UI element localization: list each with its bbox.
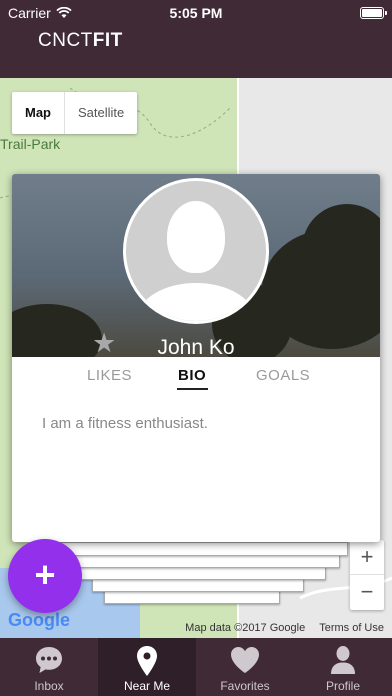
- map-park-label: Trail-Park: [0, 136, 61, 152]
- tabbar-item-inbox[interactable]: Inbox: [0, 638, 98, 696]
- zoom-out-button[interactable]: −: [350, 575, 384, 610]
- app-title-bold: FIT: [92, 30, 123, 51]
- tabbar-item-near-me[interactable]: Near Me: [98, 638, 196, 696]
- add-button[interactable]: +: [8, 539, 82, 613]
- map-type-toggle[interactable]: Map Satellite: [12, 92, 138, 134]
- map-type-map-button[interactable]: Map: [12, 92, 65, 134]
- top-header: Carrier 5:05 PM CNCTFIT: [0, 0, 392, 78]
- profile-avatar[interactable]: [123, 178, 269, 324]
- status-time: 5:05 PM: [169, 5, 223, 21]
- tabbar-label-inbox: Inbox: [34, 679, 64, 693]
- tabbar-label-near-me: Near Me: [123, 679, 170, 693]
- tab-goals[interactable]: GOALS: [256, 367, 310, 384]
- location-pin-icon: [137, 646, 157, 676]
- person-icon: [331, 646, 355, 674]
- tab-likes[interactable]: LIKES: [87, 367, 132, 384]
- chat-bubble-icon: [36, 647, 62, 673]
- tabbar-label-favorites: Favorites: [220, 679, 270, 693]
- map-attribution: Map data ©2017 Google Terms of Use: [185, 622, 384, 634]
- tabbar-label-profile: Profile: [325, 679, 360, 693]
- status-bar: Carrier 5:05 PM: [0, 0, 392, 26]
- profile-card[interactable]: ★ John Ko LIKES BIO GOALS I am a fitness…: [12, 174, 380, 542]
- bottom-tab-bar: Inbox Near Me Favorites Profile: [0, 638, 392, 696]
- zoom-in-button[interactable]: +: [350, 540, 384, 575]
- tab-bio[interactable]: BIO: [178, 367, 206, 384]
- profile-name: John Ko: [157, 336, 235, 357]
- tabbar-item-profile[interactable]: Profile: [294, 638, 392, 696]
- app-title: CNCTFIT: [38, 30, 123, 52]
- stacked-card: [56, 542, 348, 556]
- tabbar-item-favorites[interactable]: Favorites: [196, 638, 294, 696]
- app-title-light: CNCT: [38, 30, 93, 51]
- profile-cover-photo: ★ John Ko: [12, 174, 380, 357]
- map-data-credit: Map data ©2017 Google: [185, 622, 306, 634]
- map-zoom-control: + −: [350, 540, 384, 610]
- heart-icon: [231, 647, 259, 673]
- profile-bio-text: I am a fitness enthusiast.: [42, 415, 208, 432]
- battery-icon: [360, 7, 387, 19]
- google-logo: Google: [8, 610, 70, 630]
- active-tab-indicator: [177, 388, 208, 390]
- terms-of-use-link[interactable]: Terms of Use: [319, 622, 384, 634]
- map-type-satellite-button[interactable]: Satellite: [65, 92, 137, 134]
